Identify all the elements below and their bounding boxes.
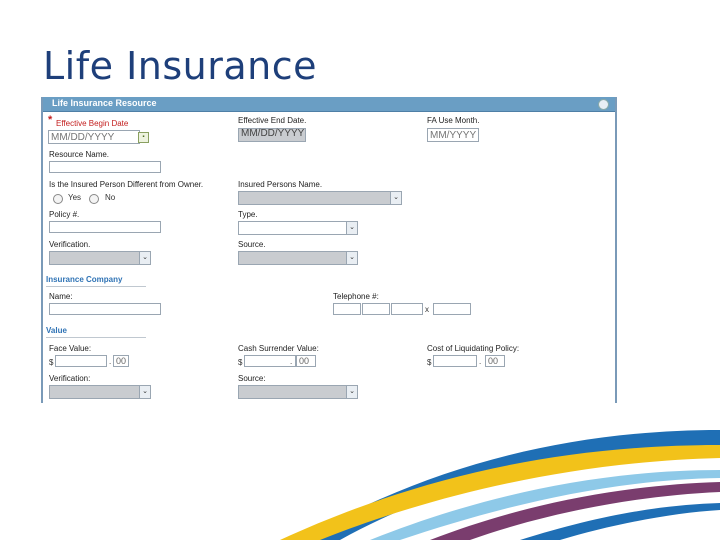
decorative-swoosh <box>280 430 720 540</box>
